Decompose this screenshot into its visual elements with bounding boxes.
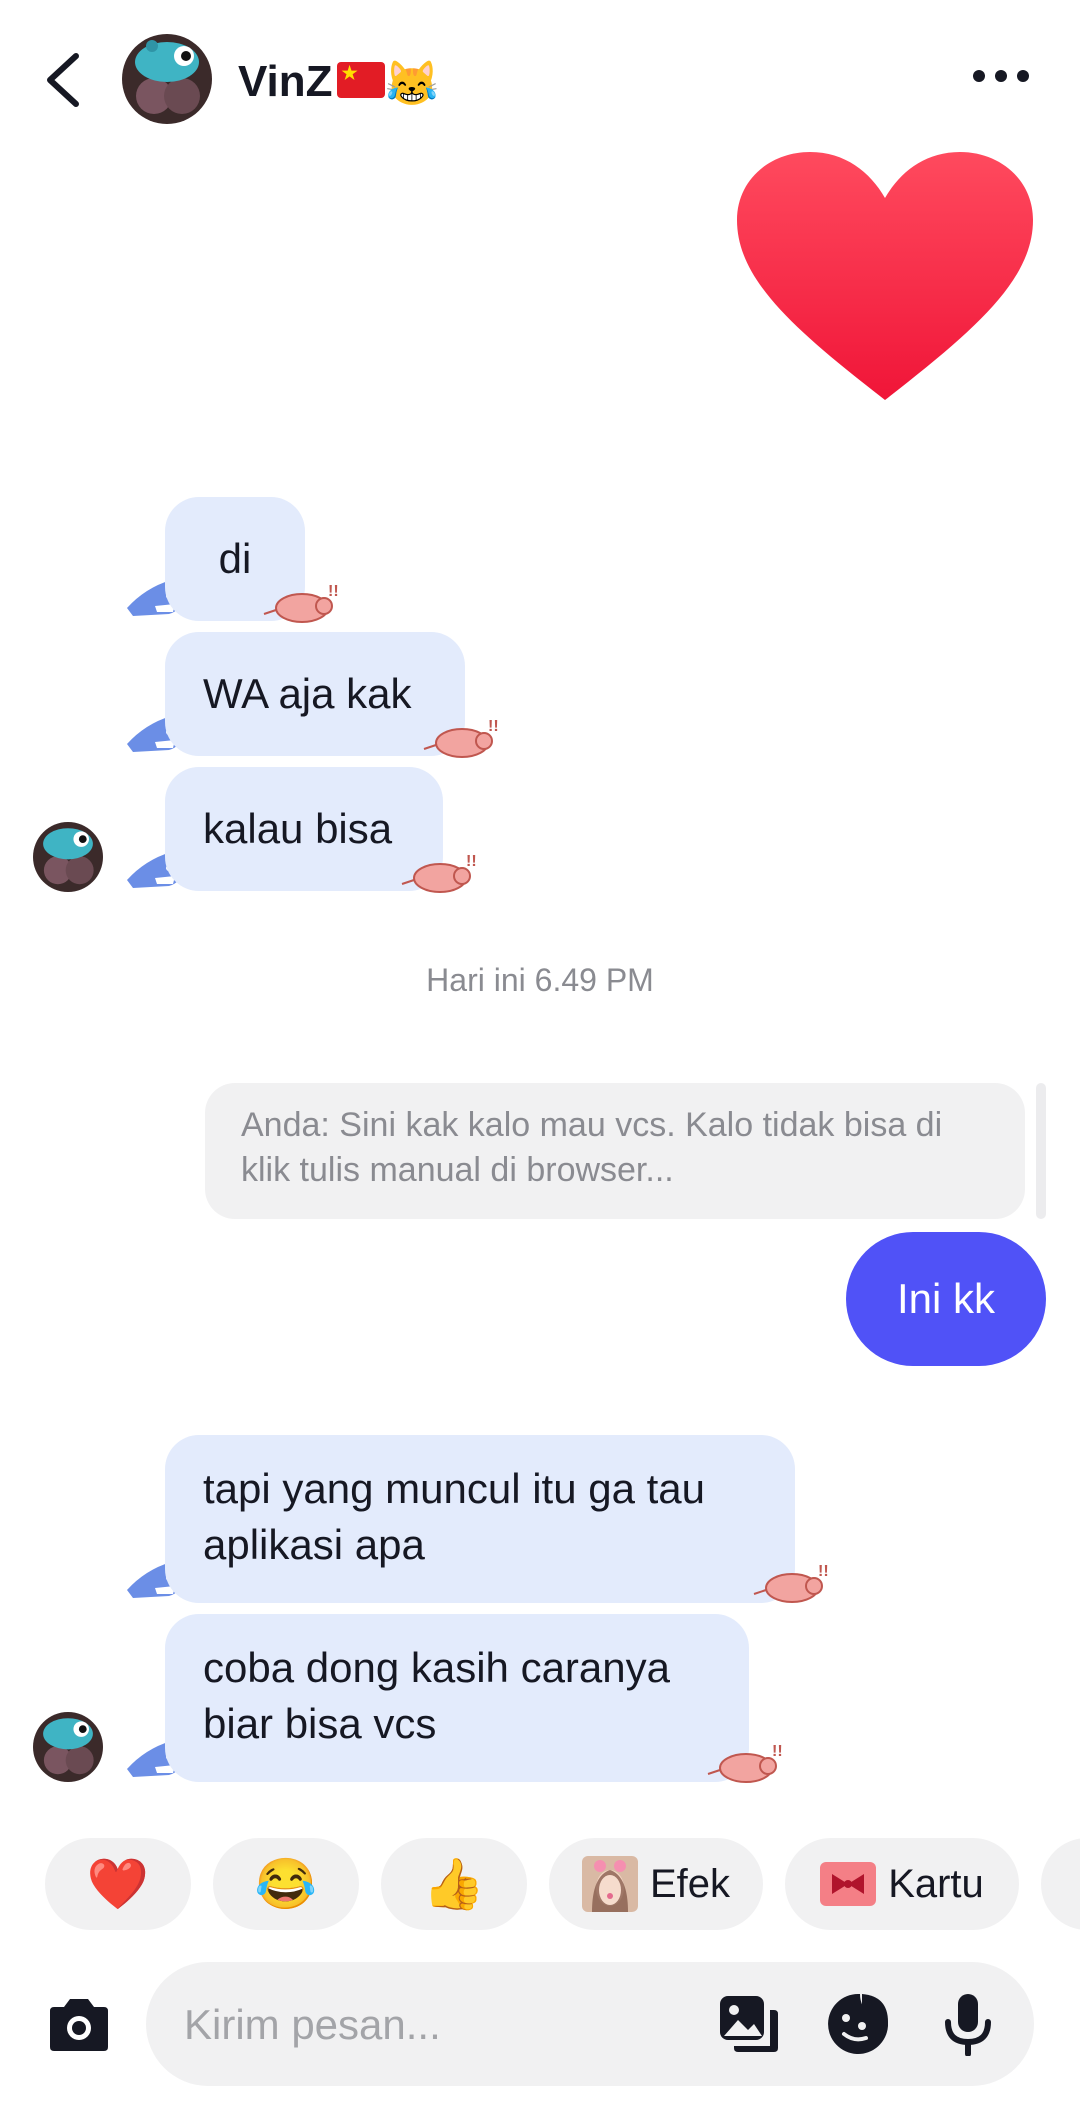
message-text: coba dong kasih caranya biar bisa vcs xyxy=(203,1644,670,1747)
contact-name[interactable]: VinZ 😹 xyxy=(238,52,439,114)
message-bubble-incoming[interactable]: WA aja kak xyxy=(165,632,465,756)
pig-sticker-icon: !! xyxy=(707,1743,783,1783)
reply-preview-text: Anda: Sini kak kalo mau vcs. Kalo tidak … xyxy=(241,1106,943,1189)
contact-name-text: VinZ xyxy=(238,57,333,106)
message-bubble-outgoing[interactable]: Ini kk xyxy=(846,1232,1046,1366)
contact-avatar[interactable] xyxy=(122,34,212,124)
red-heart-icon: ❤️ xyxy=(86,1856,150,1912)
svg-text:!!: !! xyxy=(818,1563,829,1580)
pig-sticker-icon: !! xyxy=(423,718,499,758)
message-text: di xyxy=(218,535,252,582)
svg-text:!!: !! xyxy=(772,1743,783,1760)
effects-label: Efek xyxy=(649,1861,731,1906)
card-label: Kartu xyxy=(888,1861,984,1906)
message-bubble-incoming[interactable]: tapi yang muncul itu ga tau aplikasi apa xyxy=(165,1435,795,1603)
reply-indicator-bar xyxy=(1036,1083,1046,1219)
message-input[interactable] xyxy=(182,1962,706,2088)
card-button[interactable]: Kartu xyxy=(785,1838,1019,1930)
pig-sticker-icon: !! xyxy=(401,853,477,893)
contact-avatar-small[interactable] xyxy=(33,1712,103,1782)
message-text: WA aja kak xyxy=(203,670,412,717)
china-flag-icon xyxy=(336,62,385,99)
gift-card-icon xyxy=(820,1862,877,1906)
thumbs-up-icon: 👍 xyxy=(422,1856,486,1912)
more-options-icon[interactable] xyxy=(970,58,1032,94)
reaction-thumbs-up-button[interactable]: 👍 xyxy=(381,1838,527,1930)
pig-sticker-icon: !! xyxy=(263,583,339,623)
back-arrow-icon[interactable] xyxy=(40,50,88,110)
cat-tears-emoji: 😹 xyxy=(384,59,440,109)
effect-thumbnail-icon xyxy=(581,1856,638,1912)
contact-avatar-small[interactable] xyxy=(33,822,103,892)
message-input-container xyxy=(146,1962,1034,2088)
effects-button[interactable]: Efek xyxy=(549,1838,763,1930)
sticker-icon[interactable] xyxy=(826,1992,890,2056)
svg-text:!!: !! xyxy=(488,718,499,735)
pig-sticker-icon: !! xyxy=(753,1563,829,1603)
svg-text:!!: !! xyxy=(466,853,477,870)
gallery-icon[interactable] xyxy=(716,1992,780,2056)
microphone-icon[interactable] xyxy=(936,1992,1000,2056)
message-text: kalau bisa xyxy=(203,805,393,852)
timestamp: Hari ini 6.49 PM xyxy=(426,962,654,998)
message-text: tapi yang muncul itu ga tau aplikasi apa xyxy=(203,1465,705,1568)
svg-text:!!: !! xyxy=(328,583,339,600)
message-bubble-incoming[interactable]: coba dong kasih caranya biar bisa vcs xyxy=(165,1614,749,1782)
reaction-laugh-button[interactable]: 😂 xyxy=(213,1838,359,1930)
camera-icon[interactable] xyxy=(44,1995,114,2055)
heart-sticker-message[interactable] xyxy=(735,150,1035,410)
more-reactions-chip[interactable] xyxy=(1041,1838,1080,1930)
reaction-heart-button[interactable]: ❤️ xyxy=(45,1838,191,1930)
reply-preview[interactable]: Anda: Sini kak kalo mau vcs. Kalo tidak … xyxy=(205,1083,1025,1219)
message-text: Ini kk xyxy=(896,1275,996,1322)
laughing-face-icon: 😂 xyxy=(254,1856,318,1912)
